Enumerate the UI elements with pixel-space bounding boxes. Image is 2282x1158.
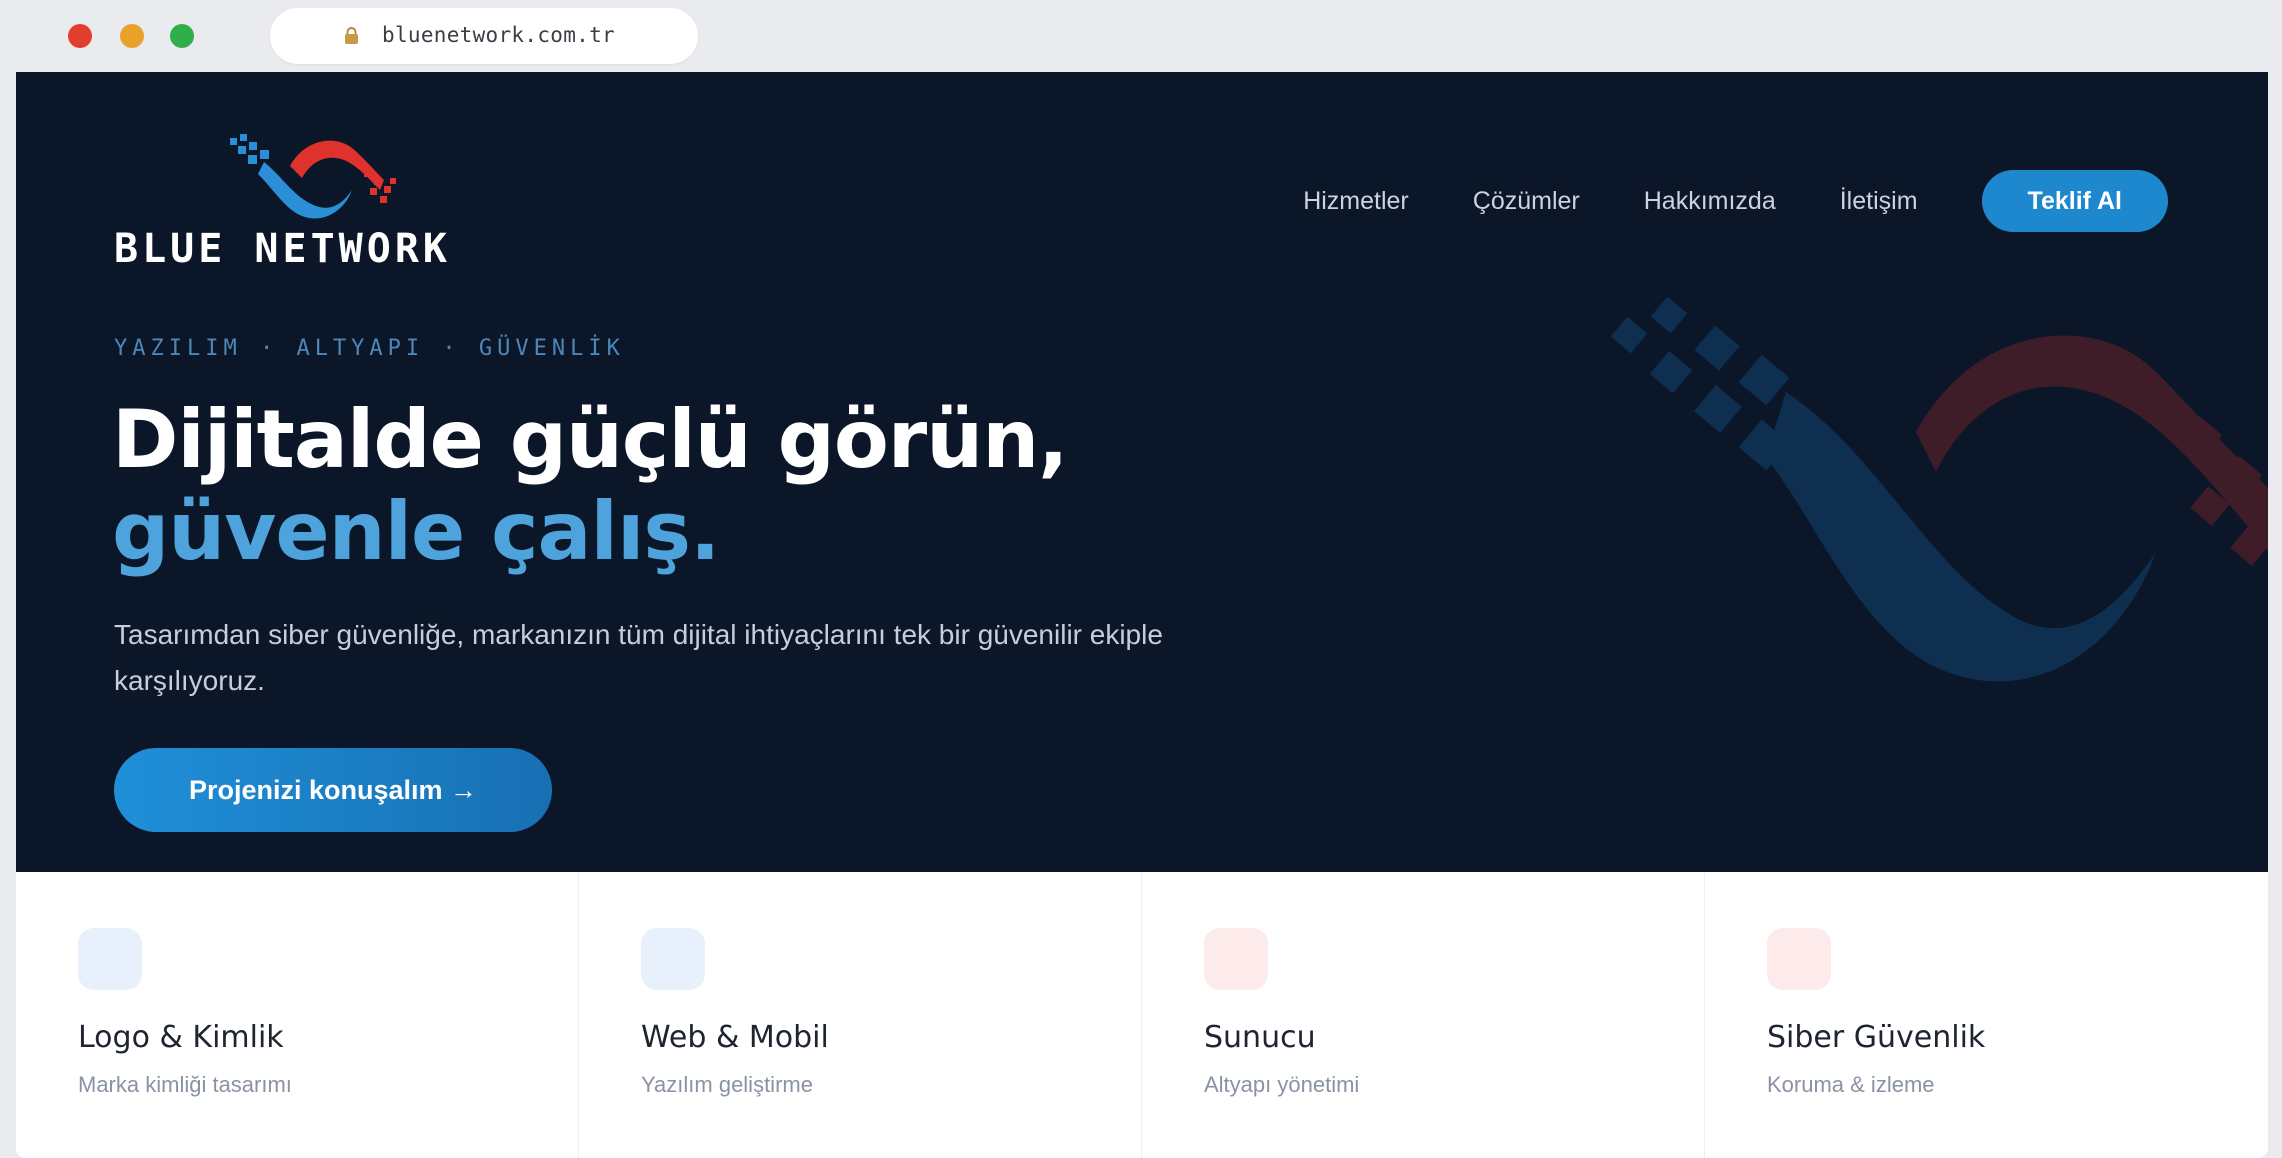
page-viewport: BLUE NETWORK Hizmetler Çözümler Hakkımız…: [16, 72, 2268, 1158]
close-window-button[interactable]: [68, 24, 92, 48]
service-subtitle: Altyapı yönetimi: [1204, 1072, 1360, 1097]
headline-line-2: güvenle çalış.: [112, 485, 720, 578]
hero-headline: Dijitalde güçlü görün, güvenle çalış.: [112, 393, 1069, 578]
service-card-sunucu[interactable]: Sunucu Altyapı yönetimi: [1142, 872, 1705, 1158]
url-text: bluenetwork.com.tr: [382, 23, 615, 47]
hero-lead-text: Tasarımdan siber güvenliğe, markanızın t…: [114, 619, 1163, 696]
service-title: Siber Güvenlik: [1767, 1020, 1986, 1055]
browser-chrome: bluenetwork.com.tr: [0, 0, 2282, 72]
service-title: Web & Mobil: [641, 1020, 829, 1055]
brand-mark-icon: [230, 134, 396, 219]
service-icon-placeholder: [1204, 928, 1268, 990]
service-card-logo-kimlik[interactable]: Logo & Kimlik Marka kimliği tasarımı: [16, 872, 579, 1158]
service-subtitle: Koruma & izleme: [1767, 1072, 1935, 1097]
get-quote-button[interactable]: Teklif Al: [1981, 170, 2168, 232]
brand-name: BLUE NETWORK: [114, 226, 451, 272]
hero-section: BLUE NETWORK Hizmetler Çözümler Hakkımız…: [16, 72, 2268, 872]
nav-link-cozumler[interactable]: Çözümler: [1473, 187, 1580, 216]
service-icon-placeholder: [641, 928, 705, 990]
service-title: Logo & Kimlik: [78, 1020, 284, 1055]
discuss-project-button[interactable]: Projenizi konuşalım →: [114, 748, 552, 832]
nav-link-iletisim[interactable]: İletişim: [1840, 187, 1918, 216]
maximize-window-button[interactable]: [170, 24, 194, 48]
address-bar[interactable]: bluenetwork.com.tr: [270, 8, 698, 64]
nav-link-hizmetler[interactable]: Hizmetler: [1303, 187, 1409, 216]
service-subtitle: Yazılım geliştirme: [641, 1072, 813, 1097]
service-icon-placeholder: [78, 928, 142, 990]
main-nav: Hizmetler Çözümler Hakkımızda İletişim T…: [1303, 170, 2168, 232]
headline-line-1: Dijitalde güçlü görün,: [112, 393, 1069, 486]
service-subtitle: Marka kimliği tasarımı: [78, 1072, 292, 1097]
hero-eyebrow: YAZILIM · ALTYAPI · GÜVENLİK: [114, 336, 625, 361]
service-title: Sunucu: [1204, 1020, 1316, 1055]
service-icon-placeholder: [1767, 928, 1831, 990]
brand-logo[interactable]: BLUE NETWORK: [114, 132, 514, 282]
nav-link-hakkimizda[interactable]: Hakkımızda: [1644, 187, 1776, 216]
service-card-siber-guvenlik[interactable]: Siber Güvenlik Koruma & izleme: [1705, 872, 2268, 1158]
lock-icon: [345, 27, 358, 44]
minimize-window-button[interactable]: [120, 24, 144, 48]
services-strip: Logo & Kimlik Marka kimliği tasarımı Web…: [16, 872, 2268, 1158]
service-card-web-mobil[interactable]: Web & Mobil Yazılım geliştirme: [579, 872, 1142, 1158]
brand-swoosh-background-icon: [1610, 296, 2268, 682]
